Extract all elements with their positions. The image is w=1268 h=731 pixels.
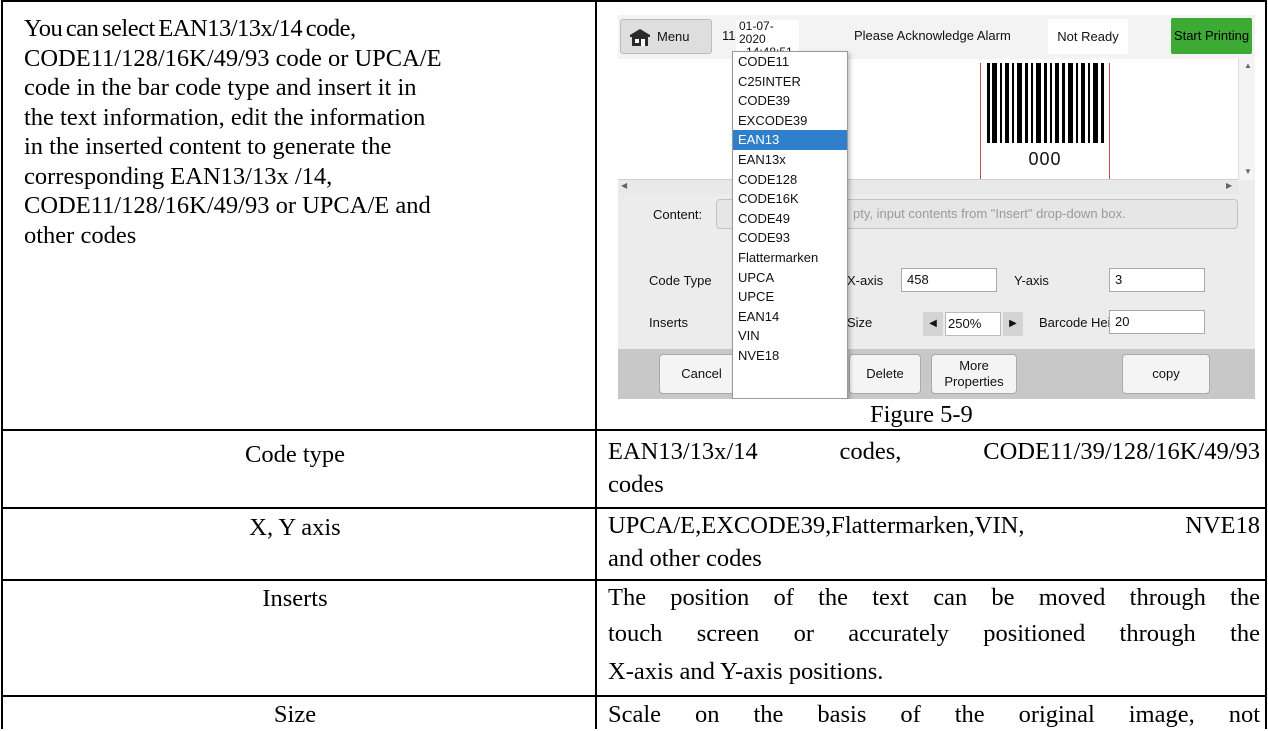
dropdown-item[interactable]: VIN	[733, 326, 847, 346]
status-indicator: Not Ready	[1048, 19, 1128, 54]
row-desc-code-type: EAN13/13x/14 codes, CODE11/39/128/16K/49…	[608, 435, 1260, 501]
copy-button[interactable]: copy	[1122, 354, 1210, 394]
label-canvas[interactable]	[618, 59, 1238, 179]
size-stepper[interactable]: ◀ 250% ▶	[923, 312, 1027, 336]
more-properties-button[interactable]: More Properties	[931, 354, 1017, 394]
table-border-right	[1265, 0, 1267, 729]
intro-line: code in the bar code type and insert it …	[24, 74, 417, 101]
intro-line: in the inserted content to generate the	[24, 133, 392, 160]
size-decrease-icon[interactable]: ◀	[923, 312, 943, 336]
table-row-line-1	[1, 429, 1267, 431]
content-label: Content:	[653, 207, 703, 222]
desc-line: and other codes	[608, 545, 762, 572]
menu-label: Menu	[657, 29, 690, 44]
dropdown-item[interactable]: UPCE	[733, 287, 847, 307]
dropdown-item[interactable]: UPCA	[733, 268, 847, 288]
dropdown-item[interactable]: EXCODE39	[733, 111, 847, 131]
barcode-preview[interactable]: 000	[980, 63, 1110, 180]
home-icon	[630, 29, 650, 46]
desc-line: EAN13/13x/14 codes, CODE11/39/128/16K/49…	[608, 438, 1260, 465]
delete-button[interactable]: Delete	[849, 354, 921, 394]
datetime-display: 01-07-2020 14:48:51	[736, 19, 799, 59]
bottom-toolbar: Cancel Delete More Properties copy	[618, 349, 1255, 399]
size-value: 250%	[945, 312, 1001, 336]
code-type-label: Code Type	[649, 273, 712, 288]
scroll-left-icon: ◀	[621, 181, 628, 190]
table-divider-column	[595, 0, 597, 729]
scroll-right-icon: ▶	[1226, 181, 1233, 190]
horizontal-scrollbar[interactable]: ◀ ▶	[618, 179, 1238, 194]
content-placeholder: pty, input contents from "Insert" drop-d…	[853, 206, 1126, 221]
dropdown-item[interactable]: CODE49	[733, 209, 847, 229]
x-axis-input[interactable]: 458	[901, 268, 997, 292]
desc-line: codes	[608, 471, 664, 498]
date-text: 01-07-2020	[739, 19, 774, 46]
desc-line: Scale on the basis of the original image…	[608, 701, 1260, 728]
intro-line: the text information, edit the informati…	[24, 103, 426, 131]
y-axis-input[interactable]: 3	[1109, 268, 1205, 292]
menu-button[interactable]: Menu	[620, 19, 712, 54]
dropdown-item-selected[interactable]: EAN13	[733, 130, 847, 150]
intro-line: You can select EAN13/13x/14 code,	[24, 15, 356, 42]
dropdown-item[interactable]: CODE16K	[733, 189, 847, 209]
barcode-height-input[interactable]: 20	[1109, 310, 1205, 334]
row-label-size: Size	[273, 701, 317, 728]
dropdown-item[interactable]: CODE39	[733, 91, 847, 111]
printer-ui-screenshot: Menu 114 01-07-2020 14:48:51 Please Ackn…	[618, 15, 1255, 399]
x-axis-label: X-axis	[847, 273, 884, 288]
start-printing-button[interactable]: Start Printing	[1171, 18, 1252, 54]
row-label-xy-axis: X, Y axis	[249, 514, 341, 541]
dropdown-item[interactable]: Flattermarken	[733, 248, 847, 268]
dropdown-item[interactable]: EAN14	[733, 307, 847, 327]
scroll-up-icon: ▲	[1244, 61, 1252, 70]
more-properties-line2: Properties	[944, 374, 1004, 389]
barcode-bars-icon	[987, 63, 1104, 143]
dropdown-item[interactable]: CODE11	[733, 52, 847, 72]
row-desc-inserts: The position of the text can be moved th…	[608, 581, 1260, 691]
code-type-dropdown[interactable]: CODE11 C25INTER CODE39 EXCODE39 EAN13 EA…	[732, 51, 848, 399]
more-properties-line1: More	[959, 358, 989, 373]
desc-line: UPCA/E,EXCODE39,Flattermarken,VIN, NVE18	[608, 512, 1260, 539]
desc-line: X-axis and Y-axis positions.	[608, 658, 884, 685]
dropdown-item[interactable]: C25INTER	[733, 72, 847, 92]
intro-line: CODE11/128/16K/49/93 code or UPCA/E	[24, 44, 442, 72]
dropdown-item[interactable]: EAN13x	[733, 150, 847, 170]
intro-line: CODE11/128/16K/49/93 or UPCA/E and	[24, 192, 431, 219]
intro-paragraph: You can select EAN13/13x/14 code, CODE11…	[24, 14, 594, 250]
intro-line: other codes	[24, 221, 137, 249]
size-label: Size	[847, 315, 873, 330]
desc-line: The position of the text can be moved th…	[608, 584, 1260, 611]
figure-caption: Figure 5-9	[870, 401, 973, 428]
barcode-text: 000	[1028, 149, 1062, 169]
inserts-label: Inserts	[649, 315, 689, 330]
row-label-code-type: Code type	[244, 441, 346, 468]
row-label-inserts: Inserts	[262, 585, 328, 612]
dropdown-item[interactable]: CODE93	[733, 228, 847, 248]
scroll-down-icon: ▼	[1244, 167, 1252, 176]
top-bar: Menu 114 01-07-2020 14:48:51 Please Ackn…	[618, 15, 1255, 59]
table-border-left	[1, 0, 3, 729]
size-increase-icon[interactable]: ▶	[1003, 312, 1023, 336]
row-desc-xy-axis: UPCA/E,EXCODE39,Flattermarken,VIN, NVE18…	[608, 509, 1260, 575]
table-border-top	[1, 0, 1267, 2]
desc-line: touch screen or accurately positioned th…	[608, 620, 1260, 647]
y-axis-label: Y-axis	[1014, 273, 1049, 288]
alarm-message[interactable]: Please Acknowledge Alarm	[854, 28, 1011, 43]
barcode-height-label: Barcode Hei	[1039, 315, 1111, 330]
vertical-scrollbar[interactable]: ▲ ▼	[1238, 59, 1255, 180]
dropdown-item[interactable]: NVE18	[733, 346, 847, 366]
intro-line: corresponding EAN13/13x /14,	[24, 162, 333, 190]
table-row-line-4	[1, 695, 1267, 697]
row-desc-size: Scale on the basis of the original image…	[608, 698, 1260, 731]
dropdown-item[interactable]: CODE128	[733, 170, 847, 190]
